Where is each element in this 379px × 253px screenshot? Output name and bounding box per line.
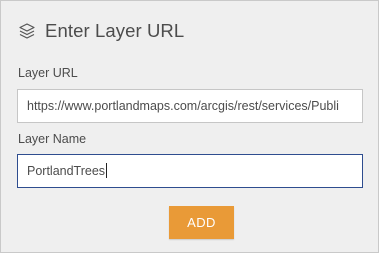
text-caret [106,163,108,179]
layers-icon [17,21,37,41]
add-button[interactable]: ADD [169,206,234,239]
layer-name-value: PortlandTrees [27,164,106,178]
panel-header: Enter Layer URL [17,16,184,46]
layer-name-label: Layer Name [18,132,87,146]
layer-url-label: Layer URL [18,66,78,80]
add-layer-panel: Enter Layer URL Layer URL https://www.po… [0,0,379,253]
layer-name-input[interactable]: PortlandTrees [17,154,363,188]
layer-url-input[interactable]: https://www.portlandmaps.com/arcgis/rest… [17,89,363,123]
panel-title: Enter Layer URL [45,20,185,41]
layer-url-value: https://www.portlandmaps.com/arcgis/rest… [27,99,339,113]
